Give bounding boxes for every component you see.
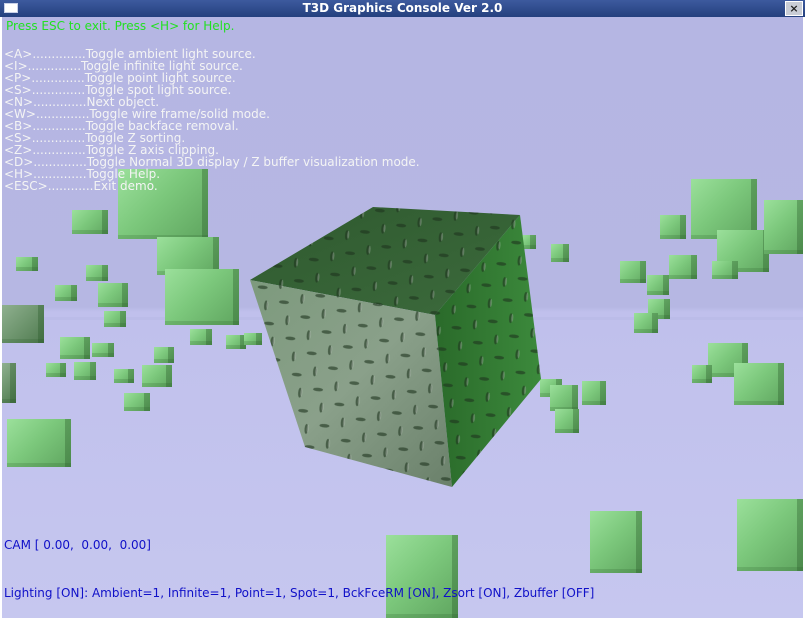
background-cube (72, 210, 108, 234)
background-cube (60, 337, 90, 359)
background-cube (692, 365, 712, 383)
app-window: T3D Graphics Console Ver 2.0 × Press ESC… (0, 0, 805, 620)
help-menu-item: <ESC>............Exit demo. (4, 179, 158, 193)
background-cube (190, 329, 212, 345)
background-cube (104, 311, 126, 327)
background-cube (582, 381, 606, 405)
background-cube (2, 305, 44, 343)
background-cube (386, 535, 458, 618)
background-cube (165, 269, 239, 325)
background-cube (712, 261, 738, 279)
background-cube (46, 363, 66, 377)
background-cube (734, 363, 784, 405)
background-cube (737, 499, 803, 571)
background-cube (74, 362, 96, 380)
background-cube (590, 511, 642, 573)
background-cube (154, 347, 174, 363)
title-bar[interactable]: T3D Graphics Console Ver 2.0 × (0, 0, 805, 17)
background-cube (634, 313, 658, 333)
background-cube (660, 215, 686, 239)
background-cube (124, 393, 150, 411)
background-cube (98, 283, 128, 307)
background-cube (55, 285, 77, 301)
background-cube (142, 365, 172, 387)
render-viewport[interactable]: Press ESC to exit. Press <H> for Help. <… (2, 17, 803, 618)
background-cube (2, 363, 16, 403)
background-cube (764, 200, 803, 254)
background-cube (647, 275, 669, 295)
background-cube (226, 335, 246, 349)
background-cube (7, 419, 71, 467)
textured-cube[interactable] (245, 187, 545, 497)
background-cube (551, 244, 569, 262)
background-cube (620, 261, 646, 283)
background-cube (555, 409, 579, 433)
lighting-status: Lighting [ON]: Ambient=1, Infinite=1, Po… (4, 586, 595, 600)
background-cube (669, 255, 697, 279)
background-cube (16, 257, 38, 271)
background-cube (550, 385, 578, 411)
window-title: T3D Graphics Console Ver 2.0 (302, 1, 503, 15)
background-cube (114, 369, 134, 383)
background-cube (86, 265, 108, 281)
close-button[interactable]: × (785, 1, 803, 16)
background-cube (92, 343, 114, 357)
camera-readout: CAM [ 0.00, 0.00, 0.00] (4, 538, 151, 552)
help-prompt: Press ESC to exit. Press <H> for Help. (6, 19, 235, 33)
